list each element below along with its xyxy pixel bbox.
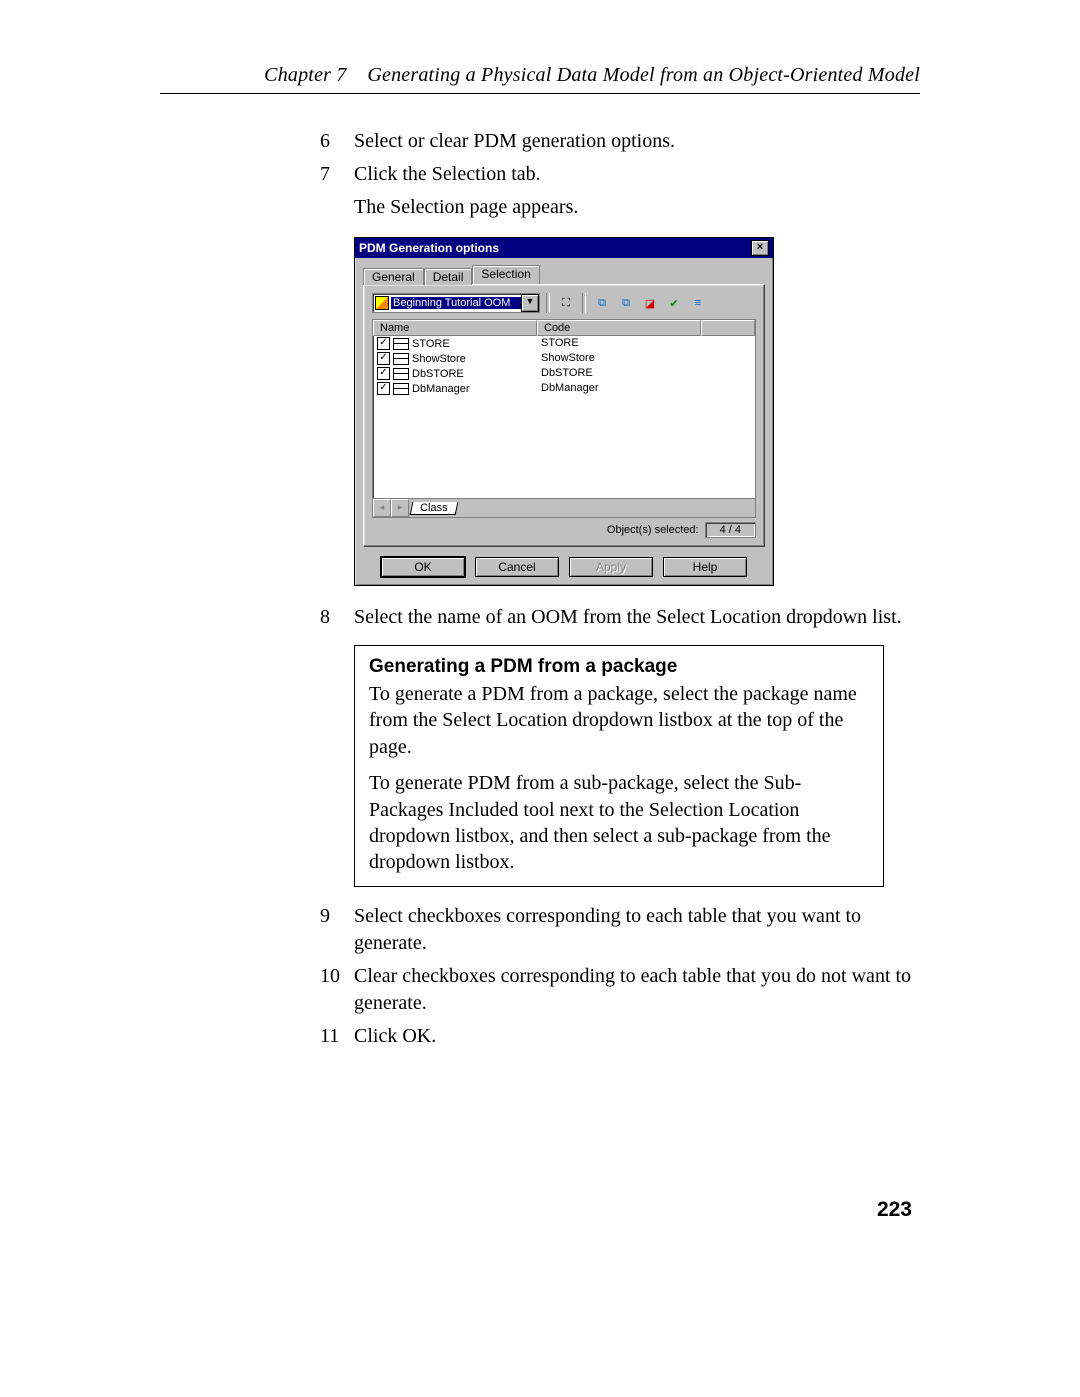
step-8: 8 Select the name of an OOM from the Sel… [320, 604, 920, 631]
class-icon [393, 383, 409, 395]
column-code[interactable]: Code [537, 320, 701, 336]
step-text: Clear checkboxes corresponding to each t… [354, 963, 920, 1017]
step-text: Select or clear PDM generation options. [354, 128, 920, 155]
step-10: 10 Clear checkboxes corresponding to eac… [320, 963, 920, 1017]
step-number: 9 [320, 903, 354, 957]
row-checkbox[interactable]: ✓ [377, 382, 390, 395]
status-row: Object(s) selected: 4 / 4 [372, 522, 756, 538]
sheet-tab-class[interactable]: Class [410, 502, 458, 515]
step-text: Select checkboxes corresponding to each … [354, 903, 920, 957]
note-paragraph: To generate PDM from a sub-package, sele… [369, 770, 869, 876]
listview-header: Name Code [373, 320, 755, 336]
toolbar-icon[interactable]: ⧉ [592, 293, 612, 313]
row-name: DbManager [412, 383, 469, 395]
apply-button: Apply [569, 557, 653, 577]
class-icon [393, 338, 409, 350]
sheet-tab-bar: ◂ ▸ Class [372, 499, 756, 518]
row-code: DbSTORE [535, 367, 691, 380]
step-number: 6 [320, 128, 354, 155]
selection-listview[interactable]: Name Code ✓ STORE STORE [372, 319, 756, 499]
selection-panel: Beginning Tutorial OOM ▼ ⛶ ⧉ ⧉ ◪ ✔ ≡ [363, 284, 765, 547]
note-title: Generating a PDM from a package [369, 654, 869, 679]
ok-button[interactable]: OK [381, 557, 465, 577]
list-row[interactable]: ✓ ShowStore ShowStore [373, 351, 755, 366]
toolbar-separator [546, 293, 550, 313]
chapter-label: Chapter 7 [264, 64, 346, 86]
objects-selected-count: 4 / 4 [705, 522, 756, 538]
step-text: Select the name of an OOM from the Selec… [354, 604, 920, 631]
tab-strip: General Detail Selection [363, 264, 765, 284]
row-name: STORE [412, 338, 450, 350]
step-7: 7 Click the Selection tab. [320, 161, 920, 188]
objects-selected-label: Object(s) selected: [607, 524, 699, 536]
row-name: DbSTORE [412, 368, 464, 380]
row-code: ShowStore [535, 352, 691, 365]
row-code: DbManager [535, 382, 691, 395]
row-checkbox[interactable]: ✓ [377, 337, 390, 350]
dialog-button-row: OK Cancel Apply Help [363, 557, 765, 577]
row-checkbox[interactable]: ✓ [377, 367, 390, 380]
dialog-titlebar: PDM Generation options × [355, 238, 773, 258]
subpackages-tool-icon[interactable]: ⛶ [556, 293, 576, 313]
class-icon [393, 353, 409, 365]
row-code: STORE [535, 337, 691, 350]
running-header: Chapter 7 Generating a Physical Data Mod… [160, 64, 920, 94]
sheet-nav-next-icon[interactable]: ▸ [391, 499, 409, 517]
selection-toolbar: Beginning Tutorial OOM ▼ ⛶ ⧉ ⧉ ◪ ✔ ≡ [372, 293, 756, 313]
dropdown-arrow-icon[interactable]: ▼ [521, 294, 539, 312]
select-location-value: Beginning Tutorial OOM [391, 297, 521, 309]
step-number: 11 [320, 1023, 354, 1050]
step-text: Click OK. [354, 1023, 920, 1050]
step-number: 8 [320, 604, 354, 631]
toolbar-icon[interactable]: ✔ [664, 293, 684, 313]
step-6: 6 Select or clear PDM generation options… [320, 128, 920, 155]
row-name: ShowStore [412, 353, 466, 365]
select-location-dropdown[interactable]: Beginning Tutorial OOM ▼ [372, 293, 540, 313]
step-11: 11 Click OK. [320, 1023, 920, 1050]
column-spacer [701, 320, 755, 336]
column-name[interactable]: Name [373, 320, 537, 336]
tab-detail[interactable]: Detail [424, 268, 473, 285]
close-button[interactable]: × [751, 240, 769, 256]
model-icon [375, 296, 389, 310]
toolbar-icon[interactable]: ≡ [688, 293, 708, 313]
step-number: 10 [320, 963, 354, 1017]
step-text: Click the Selection tab. [354, 161, 920, 188]
list-row[interactable]: ✓ STORE STORE [373, 336, 755, 351]
step-7-subtext: The Selection page appears. [354, 194, 920, 221]
class-icon [393, 368, 409, 380]
step-9: 9 Select checkboxes corresponding to eac… [320, 903, 920, 957]
toolbar-icon[interactable]: ⧉ [616, 293, 636, 313]
tab-general[interactable]: General [363, 268, 424, 285]
dialog-screenshot: PDM Generation options × General Detail … [354, 237, 920, 586]
row-checkbox[interactable]: ✓ [377, 352, 390, 365]
list-row[interactable]: ✓ DbManager DbManager [373, 381, 755, 396]
note-paragraph: To generate a PDM from a package, select… [369, 681, 869, 760]
cancel-button[interactable]: Cancel [475, 557, 559, 577]
sheet-nav-prev-icon[interactable]: ◂ [373, 499, 391, 517]
chapter-title: Generating a Physical Data Model from an… [367, 64, 920, 86]
tab-selection[interactable]: Selection [472, 265, 539, 284]
toolbar-icon[interactable]: ◪ [640, 293, 660, 313]
list-row[interactable]: ✓ DbSTORE DbSTORE [373, 366, 755, 381]
dialog-title-text: PDM Generation options [359, 241, 499, 255]
toolbar-separator [582, 293, 586, 313]
note-box: Generating a PDM from a package To gener… [354, 645, 884, 887]
step-number: 7 [320, 161, 354, 188]
page-number: 223 [877, 1198, 912, 1222]
help-button[interactable]: Help [663, 557, 747, 577]
pdm-generation-dialog: PDM Generation options × General Detail … [354, 237, 774, 586]
